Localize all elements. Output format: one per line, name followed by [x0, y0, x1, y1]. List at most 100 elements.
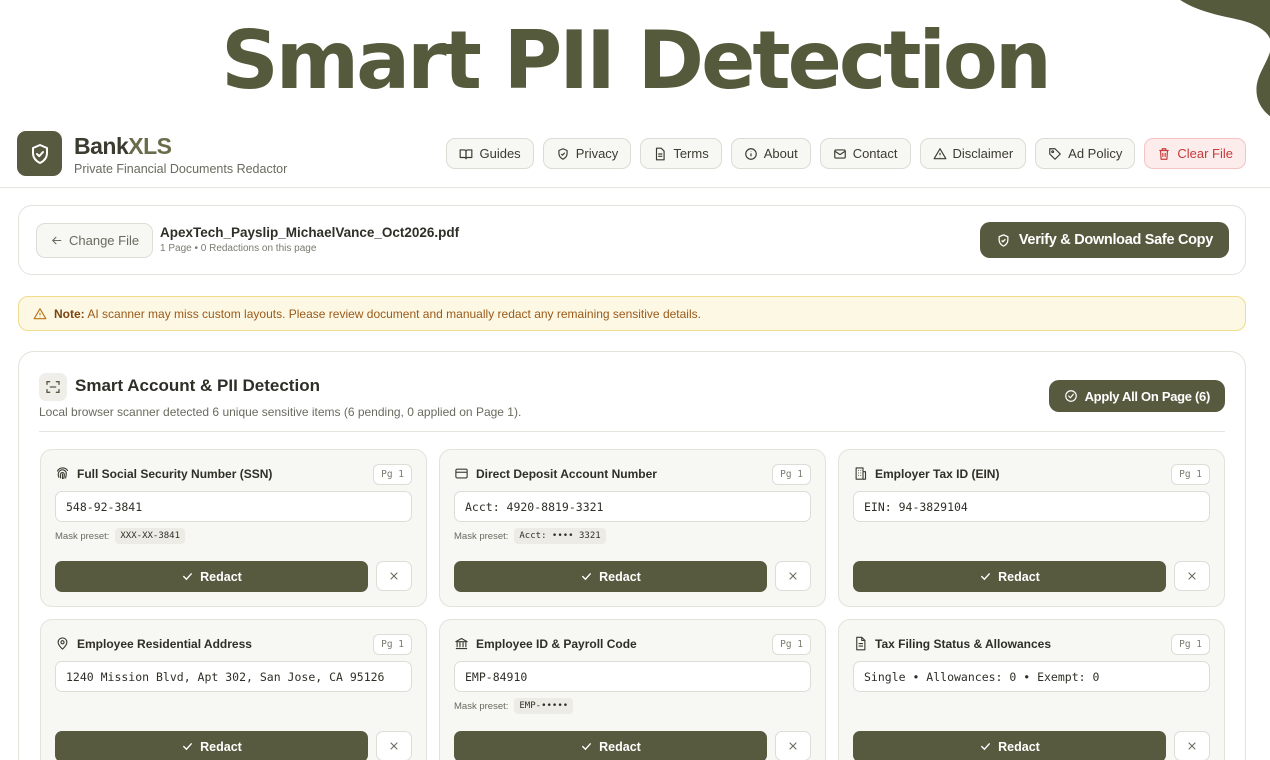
- fingerprint-icon: [56, 467, 69, 480]
- top-nav: Guides Privacy Terms About Contact Discl…: [446, 138, 1246, 169]
- dismiss-button[interactable]: [775, 561, 811, 591]
- scan-icon: [39, 373, 67, 401]
- brand: BankXLS Private Financial Documents Reda…: [74, 133, 287, 176]
- mask-chip[interactable]: XXX-XX-3841: [115, 528, 185, 544]
- divider: [39, 431, 1225, 432]
- card-header: Full Social Security Number (SSN): [55, 466, 272, 481]
- map-pin-icon: [57, 637, 68, 650]
- detected-value-field[interactable]: 1240 Mission Blvd, Apt 302, San Jose, CA…: [55, 661, 412, 692]
- change-file-label: Change File: [69, 233, 140, 248]
- close-icon: [390, 572, 398, 580]
- redact-label: Redact: [998, 569, 1040, 584]
- credit-card-icon: [455, 468, 468, 479]
- nav-disclaimer-button[interactable]: Disclaimer: [919, 138, 1027, 169]
- close-icon: [789, 742, 797, 750]
- change-file-button[interactable]: Change File: [36, 223, 154, 258]
- redact-button[interactable]: Redact: [454, 561, 767, 592]
- mask-preset: Mask preset: Acct: •••• 3321: [454, 528, 606, 544]
- nav-ad-policy-button[interactable]: Ad Policy: [1035, 138, 1136, 169]
- verify-download-button[interactable]: Verify & Download Safe Copy: [979, 222, 1229, 258]
- file-name: ApexTech_Payslip_MichaelVance_Oct2026.pd…: [160, 225, 460, 240]
- mask-label: Mask preset:: [55, 530, 110, 542]
- detected-value-field[interactable]: 548-92-3841: [55, 491, 412, 522]
- verify-download-label: Verify & Download Safe Copy: [1018, 232, 1213, 248]
- shield-check-icon: [31, 143, 48, 164]
- logo[interactable]: [17, 131, 62, 176]
- nav-contact-button[interactable]: Contact: [819, 138, 911, 169]
- redact-button[interactable]: Redact: [853, 561, 1166, 592]
- page-badge: Pg 1: [373, 634, 412, 655]
- check-icon: [582, 573, 592, 581]
- nav-label: Terms: [673, 146, 709, 161]
- detected-value-field[interactable]: EMP-84910: [454, 661, 811, 692]
- dismiss-button[interactable]: [376, 561, 412, 591]
- card-title: Tax Filing Status & Allowances: [875, 636, 1052, 651]
- detection-panel: Smart Account & PII Detection Local brow…: [18, 351, 1246, 760]
- close-icon: [390, 742, 398, 750]
- file-bar: Change File ApexTech_Payslip_MichaelVanc…: [18, 205, 1246, 275]
- pii-card-tax-status: Tax Filing Status & Allowances Pg 1 Sing…: [838, 619, 1225, 760]
- redact-label: Redact: [200, 739, 242, 754]
- redact-button[interactable]: Redact: [853, 731, 1166, 760]
- note-banner: Note: AI scanner may miss custom layouts…: [18, 296, 1246, 331]
- mask-preset: Mask preset: XXX-XX-3841: [55, 528, 185, 544]
- dismiss-button[interactable]: [1174, 561, 1210, 591]
- building-icon: [855, 467, 867, 480]
- mask-label: Mask preset:: [454, 530, 509, 542]
- redact-button[interactable]: Redact: [55, 731, 368, 760]
- bank-icon: [455, 637, 468, 650]
- page-badge: Pg 1: [772, 634, 811, 655]
- card-title: Employee Residential Address: [77, 636, 252, 651]
- tag-icon: [1049, 147, 1062, 160]
- check-icon: [183, 573, 193, 581]
- page-badge: Pg 1: [1171, 464, 1210, 485]
- detected-value-field[interactable]: Single • Allowances: 0 • Exempt: 0: [853, 661, 1210, 692]
- nav-privacy-button[interactable]: Privacy: [542, 138, 632, 169]
- arrow-left-icon: [51, 236, 62, 245]
- redact-button[interactable]: Redact: [454, 731, 767, 760]
- app-header: BankXLS Private Financial Documents Reda…: [0, 120, 1270, 188]
- file-meta: 1 Page • 0 Redactions on this page: [160, 243, 317, 254]
- nav-about-button[interactable]: About: [730, 138, 811, 169]
- detected-value-field[interactable]: Acct: 4920-8819-3321: [454, 491, 811, 522]
- redact-button[interactable]: Redact: [55, 561, 368, 592]
- detected-value-field[interactable]: EIN: 94-3829104: [853, 491, 1210, 522]
- mask-chip[interactable]: EMP-•••••: [514, 698, 574, 714]
- redact-label: Redact: [998, 739, 1040, 754]
- close-icon: [1188, 572, 1196, 580]
- check-icon: [981, 743, 991, 751]
- brand-main: Bank: [74, 133, 129, 159]
- dismiss-button[interactable]: [376, 731, 412, 760]
- nav-label: About: [763, 146, 798, 161]
- panel-subtitle: Local browser scanner detected 6 unique …: [39, 405, 522, 419]
- check-icon: [183, 743, 193, 751]
- mask-chip[interactable]: Acct: •••• 3321: [514, 528, 606, 544]
- apply-all-button[interactable]: Apply All On Page (6): [1048, 380, 1225, 412]
- mask-preset: Mask preset: EMP-•••••: [454, 698, 574, 714]
- mask-label: Mask preset:: [454, 700, 509, 712]
- nav-label: Clear File: [1177, 146, 1233, 161]
- nav-terms-button[interactable]: Terms: [640, 138, 722, 169]
- warning-icon: [933, 147, 946, 159]
- nav-label: Contact: [852, 146, 898, 161]
- page-badge: Pg 1: [373, 464, 412, 485]
- nav-label: Ad Policy: [1068, 146, 1123, 161]
- card-header: Direct Deposit Account Number: [454, 466, 657, 481]
- check-icon: [582, 743, 592, 751]
- dismiss-button[interactable]: [1174, 731, 1210, 760]
- card-header: Employee Residential Address: [55, 636, 252, 651]
- info-icon: [744, 147, 757, 160]
- page-badge: Pg 1: [772, 464, 811, 485]
- close-icon: [1188, 742, 1196, 750]
- close-icon: [789, 572, 797, 580]
- pii-card-employee-id: Employee ID & Payroll Code Pg 1 EMP-8491…: [439, 619, 826, 760]
- redact-label: Redact: [599, 569, 641, 584]
- clear-file-button[interactable]: Clear File: [1144, 138, 1246, 169]
- file-info: ApexTech_Payslip_MichaelVance_Oct2026.pd…: [160, 225, 459, 254]
- note-text: AI scanner may miss custom layouts. Plea…: [87, 306, 701, 321]
- nav-guides-button[interactable]: Guides: [446, 138, 534, 169]
- dismiss-button[interactable]: [775, 731, 811, 760]
- check-circle-icon: [1064, 390, 1077, 402]
- card-title: Employer Tax ID (EIN): [875, 466, 1000, 481]
- card-title: Full Social Security Number (SSN): [77, 466, 273, 481]
